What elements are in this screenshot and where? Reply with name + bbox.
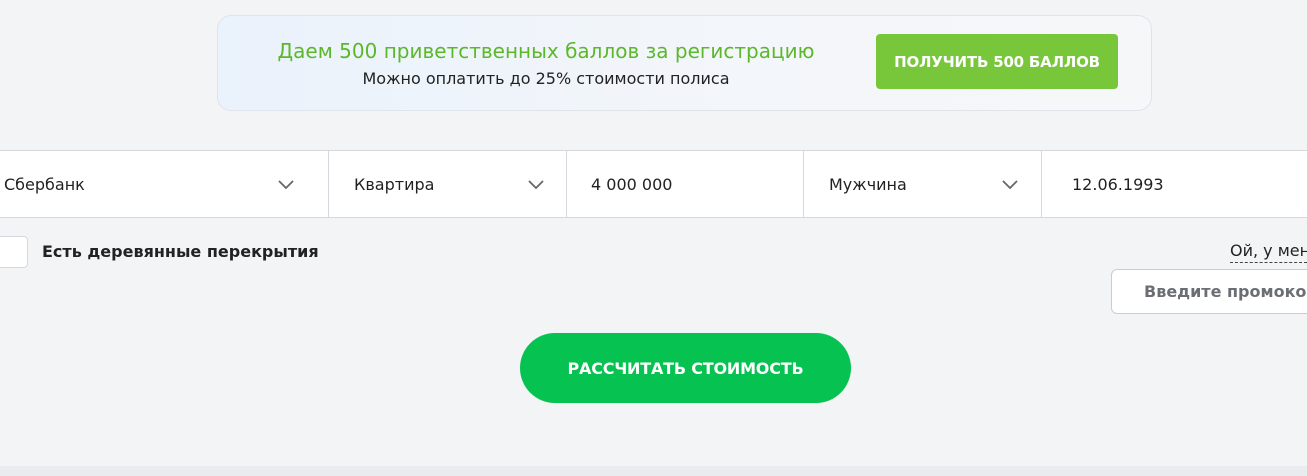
chevron-down-icon (1002, 180, 1018, 190)
birth-date-input[interactable]: 12.06.1993 (1042, 151, 1307, 217)
banner-title: Даем 500 приветственных баллов за регист… (277, 39, 815, 63)
oops-link[interactable]: Ой, у мен (1230, 240, 1307, 263)
chevron-down-icon (278, 180, 294, 190)
footer-strip (0, 466, 1307, 476)
promo-code-placeholder: Введите промокод (1144, 282, 1307, 301)
wooden-floors-label: Есть деревянные перекрытия (42, 242, 319, 261)
birth-date-value: 12.06.1993 (1072, 174, 1164, 194)
calculate-cost-button[interactable]: РАССЧИТАТЬ СТОИМОСТЬ (520, 333, 851, 403)
property-type-select[interactable]: Квартира (329, 151, 566, 217)
promo-banner: Даем 500 приветственных баллов за регист… (217, 15, 1152, 111)
banner-subtitle: Можно оплатить до 25% стоимости полиса (362, 69, 730, 88)
bank-select[interactable]: Сбербанк (0, 151, 328, 217)
amount-input[interactable]: 4 000 000 (567, 151, 803, 217)
chevron-down-icon (528, 180, 544, 190)
bank-select-value: Сбербанк (4, 174, 85, 194)
wooden-floors-checkbox[interactable] (0, 236, 28, 268)
gender-select[interactable]: Мужчина (804, 151, 1041, 217)
property-type-value: Квартира (354, 174, 435, 194)
insurance-form-row: Сбербанк Квартира 4 000 000 Мужчина 12.0… (0, 150, 1307, 218)
promo-code-input[interactable]: Введите промокод (1111, 269, 1307, 314)
gender-value: Мужчина (829, 174, 907, 194)
amount-value: 4 000 000 (591, 174, 673, 194)
get-points-button[interactable]: ПОЛУЧИТЬ 500 БАЛЛОВ (876, 34, 1118, 89)
